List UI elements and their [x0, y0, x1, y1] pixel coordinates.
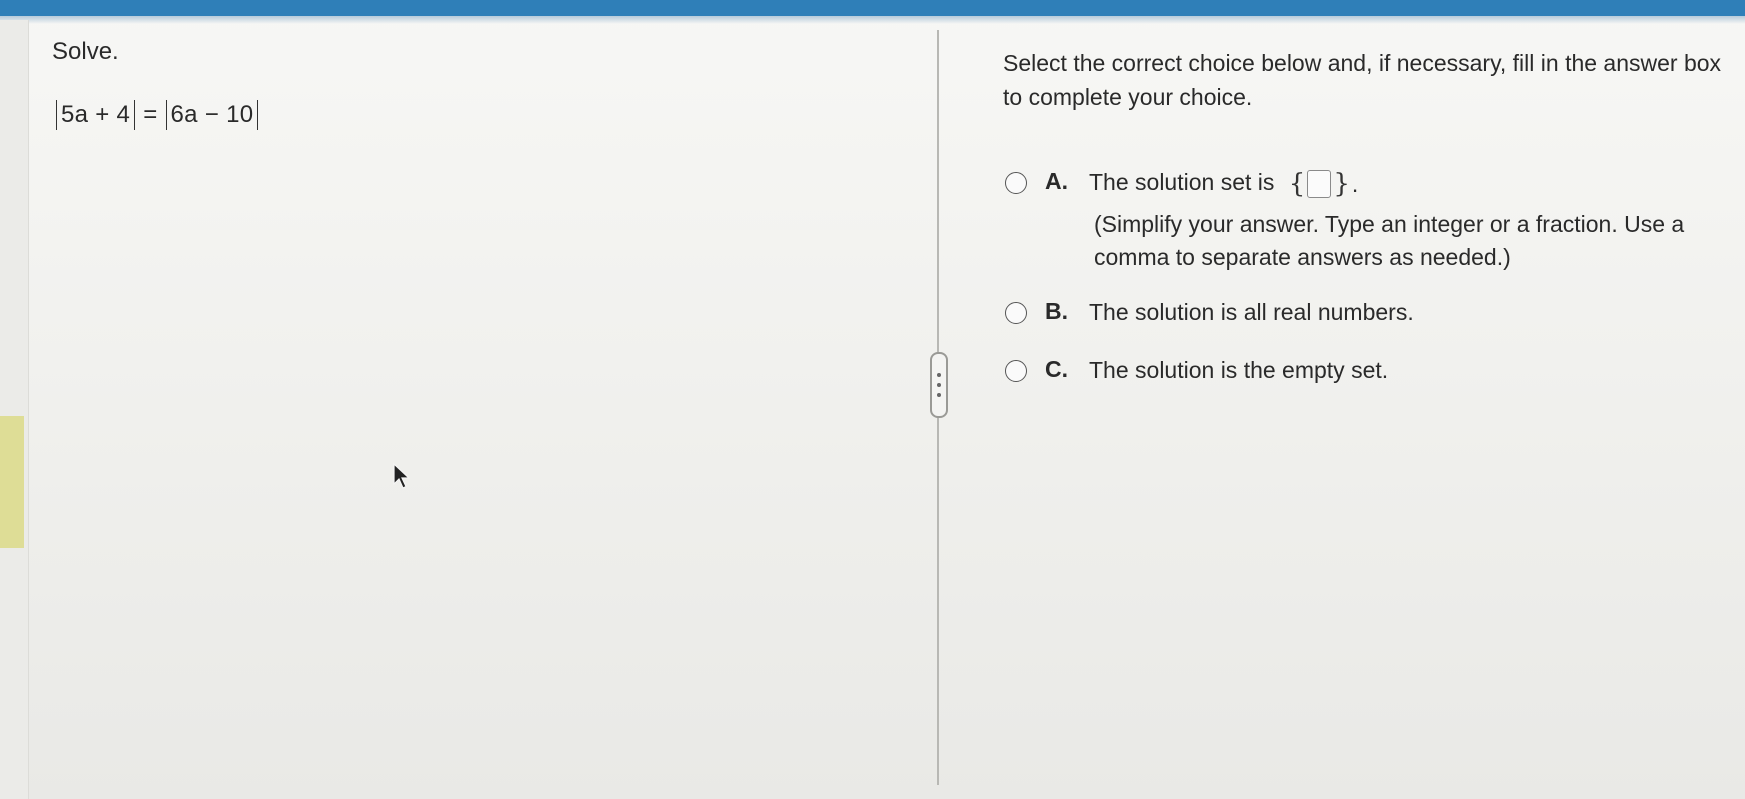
instruction-text: Select the correct choice below and, if …: [1003, 50, 1722, 110]
solution-set-input: { } .: [1289, 167, 1358, 201]
handle-dot: [937, 373, 941, 377]
equation: 5a + 4 = 6a − 10: [56, 100, 259, 130]
open-brace: {: [1288, 168, 1306, 199]
answer-box-input[interactable]: [1307, 169, 1332, 198]
close-brace: }: [1333, 168, 1350, 199]
choice-c-text: The solution is the empty set.: [1089, 357, 1389, 383]
question-pane: Solve. 5a + 4 = 6a − 10: [52, 30, 932, 770]
radio-choice-b[interactable]: [1005, 302, 1027, 324]
choice-a[interactable]: A. The solution set is { } .: [1005, 168, 1358, 201]
choice-letter: C.: [1045, 356, 1068, 382]
left-absolute-value: 5a + 4: [56, 100, 136, 130]
equals-sign: =: [143, 101, 158, 128]
top-bar: [0, 0, 1745, 16]
left-edge-panel: [0, 20, 29, 799]
mouse-pointer-icon: [393, 462, 411, 489]
choice-a-hint: (Simplify your answer. Type an integer o…: [1094, 211, 1685, 270]
choice-b[interactable]: B. The solution is all real numbers.: [1005, 298, 1414, 329]
handle-dot: [937, 393, 941, 397]
choice-letter: A.: [1045, 168, 1068, 194]
radio-choice-c[interactable]: [1005, 360, 1027, 382]
choice-b-text: The solution is all real numbers.: [1089, 299, 1414, 325]
question-label: Solve.: [52, 38, 119, 65]
top-bar-shadow: [0, 16, 1745, 24]
choice-letter: B.: [1045, 298, 1068, 324]
right-absolute-value: 6a − 10: [165, 100, 259, 130]
left-accent-tab: [0, 416, 24, 548]
choice-a-text: The solution set is { } .: [1089, 165, 1358, 201]
vertical-ellipsis-icon[interactable]: [930, 352, 948, 418]
choice-c[interactable]: C. The solution is the empty set.: [1005, 356, 1388, 387]
period: .: [1351, 170, 1359, 197]
choice-a-label: The solution set is: [1089, 169, 1275, 195]
radio-choice-a[interactable]: [1005, 172, 1027, 194]
handle-dot: [937, 383, 941, 387]
